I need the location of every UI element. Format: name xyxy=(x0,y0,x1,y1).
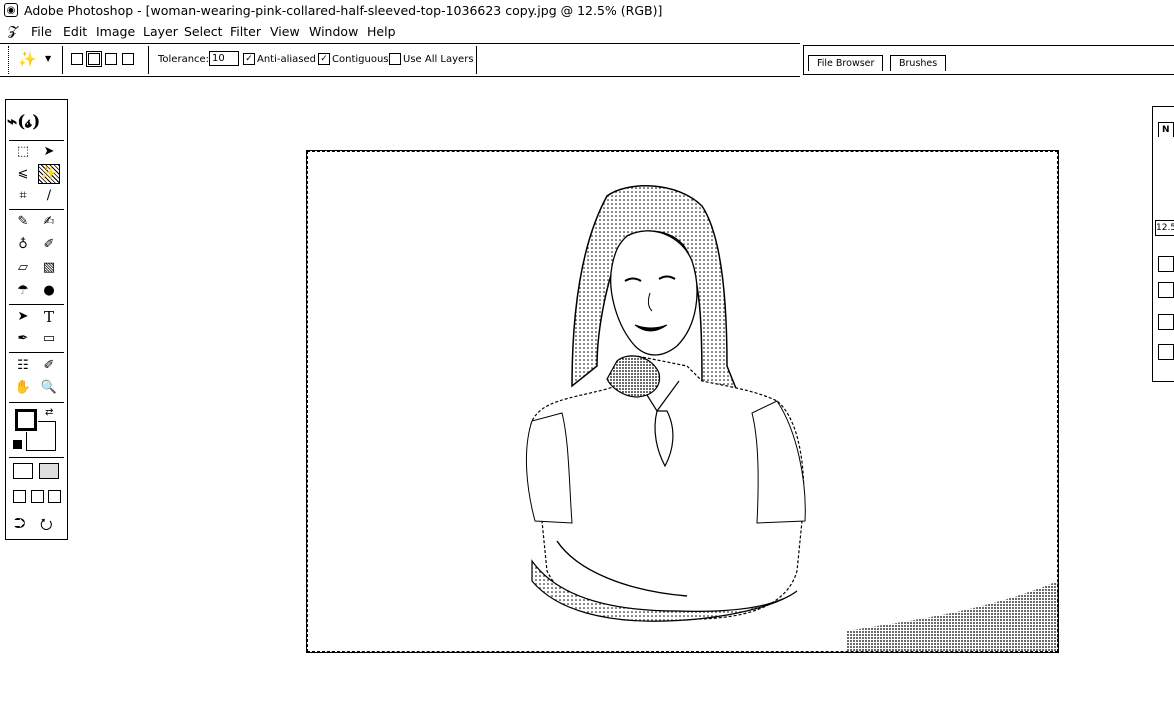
slice-icon[interactable]: ∕ xyxy=(39,187,59,205)
path-selection-icon[interactable]: ➤ xyxy=(13,308,33,326)
window-title: Adobe Photoshop - [woman-wearing-pink-co… xyxy=(24,3,663,18)
toolbox-separator xyxy=(9,457,64,458)
toolbox-separator xyxy=(9,352,64,353)
anti-aliased-checkbox[interactable]: ✓ xyxy=(243,53,255,65)
toolbox-separator xyxy=(9,140,64,141)
notes-icon[interactable]: ☷ xyxy=(13,357,33,375)
quick-mask-mode-icon[interactable] xyxy=(39,463,59,479)
toolbox-separator xyxy=(9,304,64,305)
anti-aliased-label: Anti-aliased xyxy=(257,54,317,65)
rectangle-shape-icon[interactable]: ▭ xyxy=(39,330,59,348)
lasso-icon[interactable]: ⩽ xyxy=(13,165,33,183)
toolbox-separator xyxy=(9,209,64,210)
contiguous-label: Contiguous xyxy=(332,54,389,65)
type-icon[interactable]: T xyxy=(39,308,59,326)
foreground-color-swatch[interactable] xyxy=(14,408,38,432)
rectangular-marquee-icon[interactable]: ⬚ xyxy=(13,143,33,161)
navigator-zoom-field[interactable]: 12.5 xyxy=(1155,220,1174,236)
hand-icon[interactable]: ✋ xyxy=(13,379,33,397)
intersect-selection-icon[interactable] xyxy=(122,53,134,65)
menu-app-icon[interactable]: 𝓩 xyxy=(8,24,17,39)
clone-stamp-icon[interactable]: ♁ xyxy=(13,236,33,254)
photoshop-app-icon: ◉ xyxy=(4,3,18,17)
palette-channels-icon[interactable] xyxy=(1158,344,1174,360)
full-screen-mode-icon[interactable] xyxy=(48,490,61,503)
swap-colors-icon[interactable]: ⇄ xyxy=(45,407,53,418)
use-all-layers-label: Use All Layers xyxy=(403,54,474,65)
palette-layers-icon[interactable] xyxy=(1158,314,1174,330)
tab-file-browser[interactable]: File Browser xyxy=(808,55,884,71)
pen-icon[interactable]: ✒ xyxy=(13,330,33,348)
palette-swatch-icon[interactable] xyxy=(1158,256,1174,272)
subtract-from-selection-icon[interactable] xyxy=(105,53,117,65)
new-selection-icon[interactable] xyxy=(71,53,83,65)
options-separator xyxy=(62,46,63,74)
zoom-icon[interactable]: 🔍 xyxy=(39,379,59,397)
standard-screen-mode-icon[interactable] xyxy=(13,490,26,503)
options-grip[interactable] xyxy=(8,46,9,74)
tolerance-label: Tolerance: xyxy=(158,54,210,65)
brush-icon[interactable]: ✍ xyxy=(39,213,59,231)
palette-well: File Browser Brushes xyxy=(803,45,1174,75)
tab-brushes[interactable]: Brushes xyxy=(890,55,947,71)
history-brush-icon[interactable]: ✐ xyxy=(39,236,59,254)
contiguous-checkbox[interactable]: ✓ xyxy=(318,53,330,65)
healing-brush-icon[interactable]: ✎ xyxy=(13,213,33,231)
menu-select[interactable]: Select xyxy=(184,24,223,39)
eraser-icon[interactable]: ▱ xyxy=(13,259,33,277)
crop-icon[interactable]: ⌗ xyxy=(13,187,33,205)
selection-marquee xyxy=(307,151,1058,652)
blur-icon[interactable]: ☂ xyxy=(13,282,33,300)
options-separator xyxy=(476,46,477,74)
use-all-layers-checkbox[interactable] xyxy=(389,53,401,65)
palette-styles-icon[interactable] xyxy=(1158,282,1174,298)
menu-edit[interactable]: Edit xyxy=(63,24,87,39)
eyedropper-icon[interactable]: ✐ xyxy=(39,357,59,375)
magic-wand-icon[interactable]: ✨ xyxy=(18,50,37,68)
jump-to-imageready-icon[interactable]: ⮊ xyxy=(14,514,25,532)
options-separator xyxy=(148,46,149,74)
imageready-icon[interactable]: ⭮ xyxy=(40,514,53,539)
menu-layer[interactable]: Layer xyxy=(143,24,178,39)
menu-view[interactable]: View xyxy=(270,24,300,39)
menu-window[interactable]: Window xyxy=(309,24,358,39)
magic-wand-icon[interactable]: ✨ xyxy=(38,164,60,184)
tool-preset-dropdown-icon[interactable]: ▼ xyxy=(45,54,51,63)
adobe-eye-logo-icon[interactable]: ⌁(𝓼) xyxy=(7,112,40,132)
navigator-palette xyxy=(1152,106,1174,382)
options-bar: ✨ ▼ Tolerance: 10 ✓ Anti-aliased ✓ Conti… xyxy=(0,43,800,77)
gradient-icon[interactable]: ▧ xyxy=(39,259,59,277)
tolerance-input[interactable]: 10 xyxy=(209,51,239,66)
standard-mode-icon[interactable] xyxy=(13,463,33,479)
move-icon[interactable]: ➤ xyxy=(39,143,59,161)
tab-navigator[interactable]: N xyxy=(1158,122,1174,137)
toolbox-separator xyxy=(9,402,64,403)
default-colors-icon[interactable] xyxy=(13,440,22,449)
add-to-selection-icon[interactable] xyxy=(86,51,102,67)
dodge-icon[interactable]: ● xyxy=(39,282,59,300)
menu-file[interactable]: File xyxy=(31,24,52,39)
full-screen-menu-mode-icon[interactable] xyxy=(31,490,44,503)
menu-image[interactable]: Image xyxy=(96,24,135,39)
menu-help[interactable]: Help xyxy=(367,24,396,39)
menu-filter[interactable]: Filter xyxy=(230,24,261,39)
